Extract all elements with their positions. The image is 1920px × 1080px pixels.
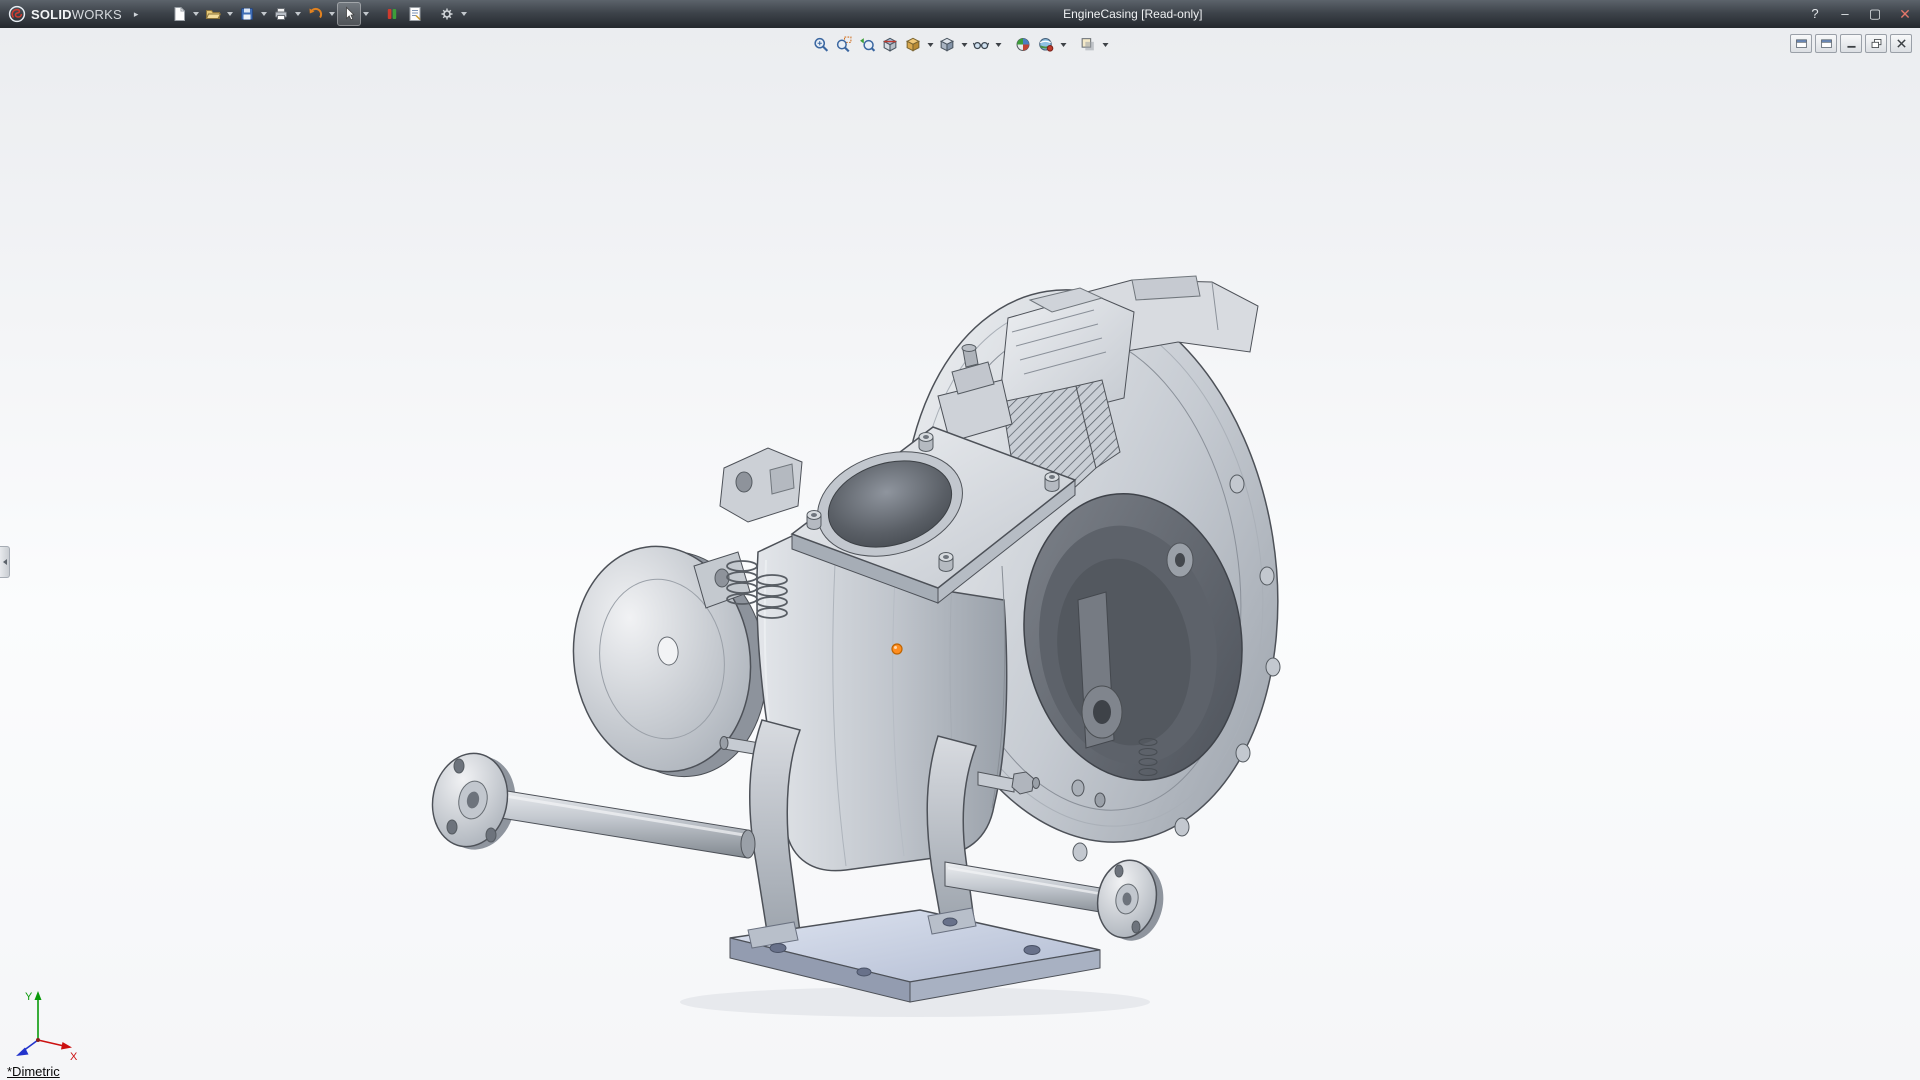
help-button[interactable]: ? <box>1806 0 1824 28</box>
window-controls: ? – ▢ ✕ <box>1806 0 1914 28</box>
window-icon <box>1820 37 1833 50</box>
main-toolbar <box>168 3 469 25</box>
file-properties-icon <box>407 6 423 22</box>
orientation-triad: Y X <box>2 984 82 1066</box>
new-document-dropdown[interactable] <box>191 3 201 25</box>
options-dropdown[interactable] <box>459 3 469 25</box>
view-orientation-label: *Dimetric <box>7 1064 60 1079</box>
window-icon <box>1795 37 1808 50</box>
window-pane-1-button[interactable] <box>1790 34 1812 53</box>
dassault-systemes-logo-icon <box>8 5 26 23</box>
title-bar: SOLIDWORKS ▸ <box>0 0 1920 28</box>
apply-scene-dropdown[interactable] <box>1059 34 1068 55</box>
triad-y-label: Y <box>25 991 33 1003</box>
view-settings-button[interactable] <box>1078 34 1099 55</box>
undo-dropdown[interactable] <box>327 3 337 25</box>
minimize-document-button[interactable] <box>1840 34 1862 53</box>
selection-point[interactable] <box>892 644 902 654</box>
rebuild-button[interactable] <box>381 3 403 25</box>
minimize-window-button[interactable]: – <box>1836 0 1854 28</box>
solidworks-window: SOLIDWORKS ▸ <box>0 0 1920 1080</box>
section-view-button[interactable] <box>880 34 901 55</box>
section-cube-icon <box>882 36 899 53</box>
print-button[interactable] <box>270 3 292 25</box>
view-orientation-dropdown[interactable] <box>926 34 935 55</box>
undo-arrow-icon <box>307 6 323 22</box>
edit-appearance-button[interactable] <box>1013 34 1034 55</box>
hide-show-items-dropdown[interactable] <box>994 34 1003 55</box>
file-properties-button[interactable] <box>404 3 426 25</box>
app-name: SOLIDWORKS <box>31 7 122 22</box>
document-window-controls <box>1790 34 1912 53</box>
maximize-window-button[interactable]: ▢ <box>1866 0 1884 28</box>
undo-button[interactable] <box>304 3 326 25</box>
shaded-cube-icon <box>939 36 956 53</box>
view-orientation-button[interactable] <box>903 34 924 55</box>
orientation-cube-icon <box>905 36 922 53</box>
open-document-dropdown[interactable] <box>225 3 235 25</box>
floppy-disk-icon <box>239 6 255 22</box>
previous-view-button[interactable] <box>857 34 878 55</box>
graphics-area[interactable]: Y X *Dimetric <box>0 28 1920 1080</box>
collapse-pane-arrow-icon <box>3 559 7 565</box>
print-dropdown[interactable] <box>293 3 303 25</box>
triad-x-label: X <box>70 1051 78 1063</box>
open-folder-icon <box>205 6 221 22</box>
new-document-button[interactable] <box>168 3 190 25</box>
display-style-dropdown[interactable] <box>960 34 969 55</box>
view-settings-dropdown[interactable] <box>1101 34 1110 55</box>
display-style-button[interactable] <box>937 34 958 55</box>
window-pane-2-button[interactable] <box>1815 34 1837 53</box>
rebuild-icon <box>384 6 400 22</box>
close-window-button[interactable]: ✕ <box>1896 0 1914 28</box>
heads-up-view-toolbar <box>811 34 1110 55</box>
close-icon <box>1895 37 1908 50</box>
save-button[interactable] <box>236 3 258 25</box>
save-dropdown[interactable] <box>259 3 269 25</box>
solidworks-logo: SOLIDWORKS ▸ <box>0 5 138 23</box>
zoom-to-area-button[interactable] <box>834 34 855 55</box>
zoom-to-fit-button[interactable] <box>811 34 832 55</box>
menu-expand-arrow-icon[interactable]: ▸ <box>134 9 139 20</box>
apply-scene-button[interactable] <box>1036 34 1057 55</box>
minimize-icon <box>1845 37 1858 50</box>
magnifier-icon <box>813 36 830 53</box>
eyeglasses-icon <box>973 36 990 53</box>
magnifier-area-icon <box>836 36 853 53</box>
select-button[interactable] <box>338 3 360 25</box>
magnifier-back-icon <box>859 36 876 53</box>
open-document-button[interactable] <box>202 3 224 25</box>
options-gear-icon <box>439 6 455 22</box>
printer-icon <box>273 6 289 22</box>
shadow-box-icon <box>1080 36 1097 53</box>
document-title: EngineCasing [Read-only] <box>1063 0 1202 28</box>
restore-icon <box>1870 37 1883 50</box>
restore-document-button[interactable] <box>1865 34 1887 53</box>
cursor-arrow-icon <box>341 6 357 22</box>
new-file-icon <box>171 6 187 22</box>
collapsed-pane-tab[interactable] <box>0 546 10 578</box>
appearance-sphere-icon <box>1015 36 1032 53</box>
options-button[interactable] <box>436 3 458 25</box>
engine-casing-model[interactable] <box>0 28 1920 1080</box>
select-dropdown[interactable] <box>361 3 371 25</box>
scene-globe-icon <box>1038 36 1055 53</box>
hide-show-items-button[interactable] <box>971 34 992 55</box>
close-document-button[interactable] <box>1890 34 1912 53</box>
